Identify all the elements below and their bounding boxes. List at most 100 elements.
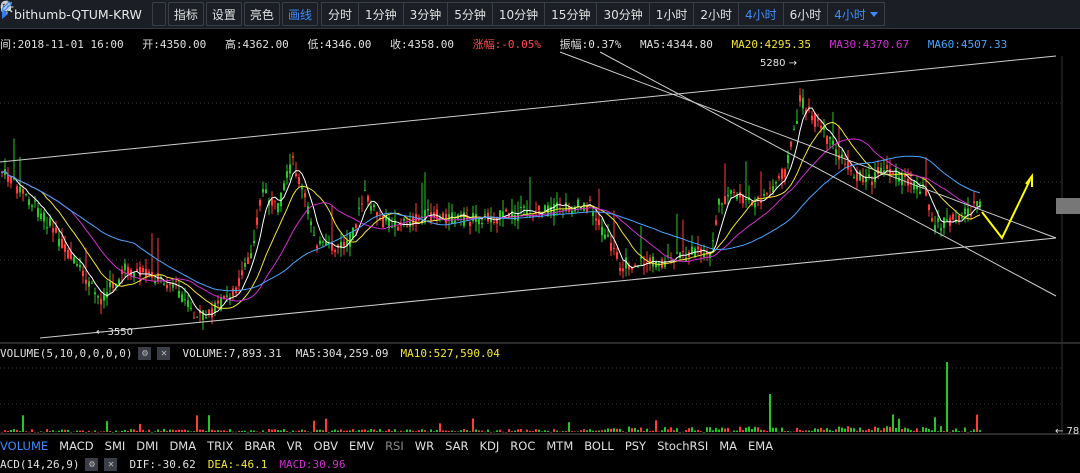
volume-bar xyxy=(769,394,771,432)
volume-bar xyxy=(322,430,324,432)
indicator-tab-psy[interactable]: PSY xyxy=(625,439,646,453)
indicator-tab-trix[interactable]: TRIX xyxy=(207,439,233,453)
candle-body xyxy=(538,205,540,211)
volume-bar xyxy=(196,415,198,432)
volume-bar xyxy=(337,430,339,432)
volume-bar xyxy=(490,431,492,433)
candle-body xyxy=(928,204,930,211)
indicator-tab-rsi[interactable]: RSI xyxy=(385,439,404,453)
volume-bar xyxy=(385,430,387,432)
indicator-tab-dmi[interactable]: DMI xyxy=(136,439,158,453)
volume-bar xyxy=(367,430,369,432)
volume-bar xyxy=(931,430,933,432)
volume-bar xyxy=(952,430,954,432)
candle-body xyxy=(973,201,975,204)
candle-body xyxy=(28,199,30,206)
gear-icon[interactable]: ⚙ xyxy=(85,458,99,471)
high-annotation: 5280 → xyxy=(760,58,797,69)
volume-bar xyxy=(820,427,822,432)
indicator-tab-macd[interactable]: MACD xyxy=(59,439,93,453)
candle-body xyxy=(322,241,324,243)
candle-body xyxy=(232,288,234,296)
candle-body xyxy=(343,241,345,247)
indicator-tab-brar[interactable]: BRAR xyxy=(244,439,275,453)
candle-body xyxy=(190,307,192,309)
volume-bar xyxy=(550,431,552,433)
candle-body xyxy=(217,300,219,304)
candle-body xyxy=(835,149,837,156)
candle-body xyxy=(520,207,522,209)
volume-bar xyxy=(862,430,864,432)
volume-bar xyxy=(247,431,249,433)
candle-body xyxy=(598,219,600,226)
indicator-tab-obv[interactable]: OBV xyxy=(314,439,338,453)
candle-body xyxy=(427,208,429,211)
candle-body xyxy=(514,214,516,221)
projection-arrow xyxy=(981,173,1033,240)
volume-bar xyxy=(352,429,354,432)
candle-body xyxy=(523,206,525,208)
close-icon[interactable]: ✕ xyxy=(104,458,118,471)
price-chart[interactable]: 5280 → ← 3550 xyxy=(0,0,1080,473)
candle-body xyxy=(55,227,57,233)
indicator-tab-ma[interactable]: MA xyxy=(719,439,737,453)
indicator-tab-roc[interactable]: ROC xyxy=(510,439,535,453)
volume-bar xyxy=(973,429,975,432)
candle-body xyxy=(244,263,246,267)
volume-bar xyxy=(217,430,219,432)
candle-body xyxy=(34,200,36,202)
volume-bar xyxy=(505,431,507,433)
indicator-tab-vr[interactable]: VR xyxy=(287,439,303,453)
volume-bar xyxy=(937,431,939,432)
volume-bar xyxy=(496,430,498,432)
candle-body xyxy=(763,194,765,196)
gear-icon[interactable]: ⚙ xyxy=(138,347,152,360)
volume-bar xyxy=(127,430,129,432)
volume-bar xyxy=(139,423,141,432)
volume-bar xyxy=(871,430,873,432)
candle-body xyxy=(91,282,93,284)
indicator-tab-dma[interactable]: DMA xyxy=(169,439,196,453)
volume-bar xyxy=(841,427,843,432)
candle-body xyxy=(175,280,177,282)
indicator-tab-mtm[interactable]: MTM xyxy=(546,439,573,453)
indicator-tab-stochrsi[interactable]: StochRSI xyxy=(657,439,708,453)
volume-bar xyxy=(220,430,222,432)
candle-body xyxy=(952,214,954,220)
indicator-tab-ema[interactable]: EMA xyxy=(748,439,773,453)
indicator-tab-volume[interactable]: VOLUME xyxy=(0,439,48,453)
volume-bar xyxy=(787,431,789,432)
volume-bar xyxy=(967,431,969,433)
volume-bar xyxy=(493,431,495,433)
candle-body xyxy=(313,234,315,236)
volume-bar xyxy=(31,429,33,432)
indicator-tab-smi[interactable]: SMI xyxy=(105,439,126,453)
volume-bar xyxy=(520,429,522,432)
volume-bar xyxy=(10,429,12,432)
volume-bar xyxy=(439,423,441,432)
candle-body xyxy=(202,310,204,321)
volume-bar xyxy=(382,431,384,432)
volume-bar xyxy=(718,429,720,432)
volume-bar xyxy=(574,431,576,432)
indicator-tab-kdj[interactable]: KDJ xyxy=(480,439,500,453)
candle-body xyxy=(964,208,966,215)
close-icon[interactable]: ✕ xyxy=(157,347,171,360)
candle-body xyxy=(862,177,864,183)
indicator-tab-wr[interactable]: WR xyxy=(415,439,434,453)
price-scale-handle[interactable] xyxy=(1056,198,1080,214)
candle-body xyxy=(604,234,606,239)
volume-bar xyxy=(205,431,207,432)
volume-bar xyxy=(745,427,747,432)
indicator-tab-sar[interactable]: SAR xyxy=(445,439,468,453)
indicator-tab-emv[interactable]: EMV xyxy=(349,439,374,453)
candle-body xyxy=(292,156,294,158)
volume-bar xyxy=(58,430,60,432)
candle-body xyxy=(802,97,804,109)
volume-bar xyxy=(793,431,795,432)
indicator-tab-boll[interactable]: BOLL xyxy=(584,439,614,453)
volume-bar xyxy=(946,362,948,432)
volume-bar xyxy=(199,429,201,432)
volume-bar xyxy=(589,429,591,432)
ohlc-info-row: 间:2018-11-01 16:00 开:4350.00 高:4362.00 低… xyxy=(0,36,1019,52)
